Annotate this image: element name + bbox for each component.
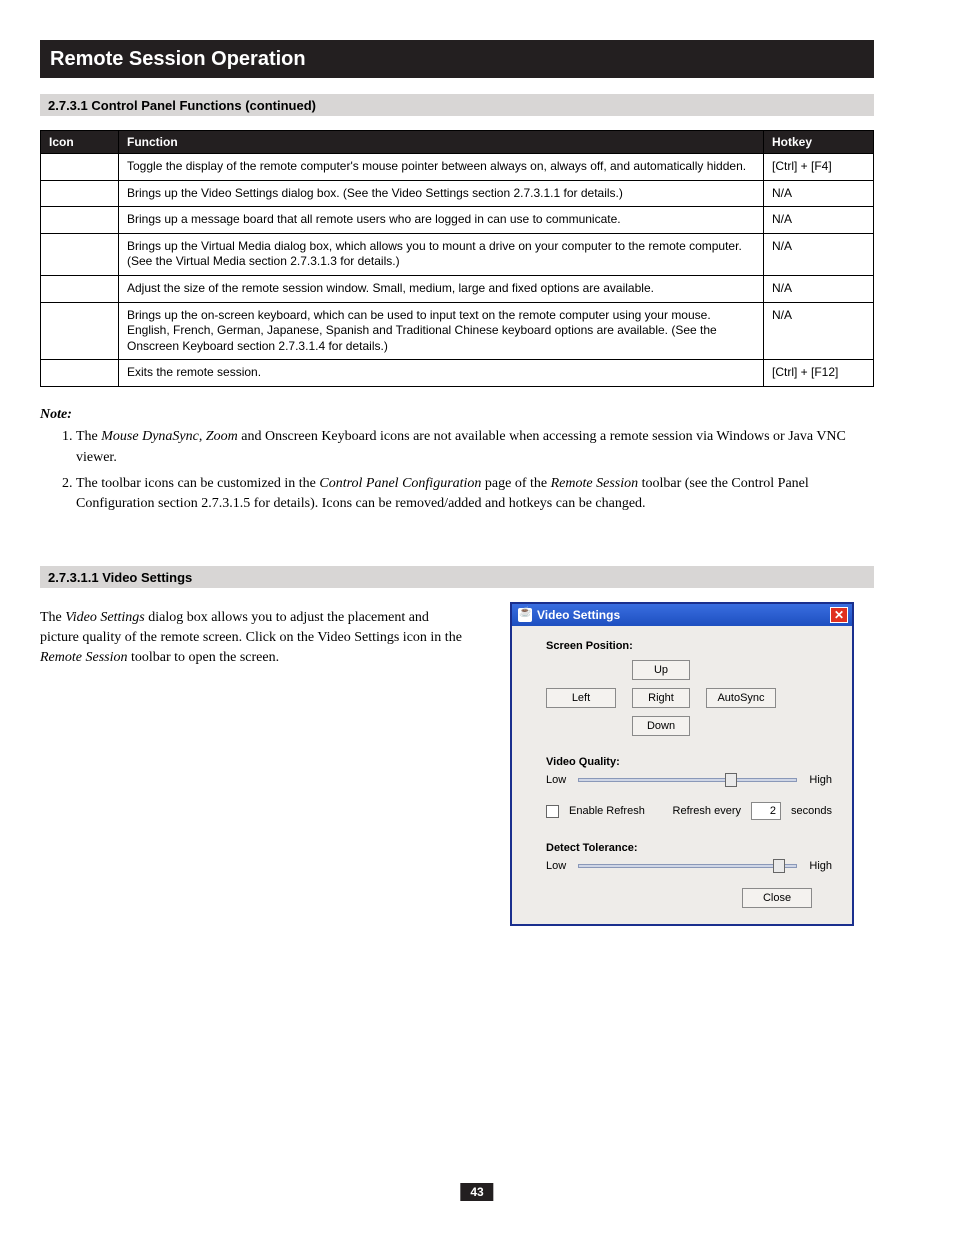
detect-tolerance-slider-row: Low High — [546, 860, 832, 872]
table-row: Toggle the display of the remote compute… — [41, 154, 874, 181]
cell-function: Adjust the size of the remote session wi… — [119, 275, 764, 302]
video-quality-slider[interactable] — [578, 778, 797, 782]
table-row: Brings up the on-screen keyboard, which … — [41, 302, 874, 360]
dialog-close-button[interactable]: Close — [742, 888, 812, 908]
autosync-button[interactable]: AutoSync — [706, 688, 776, 708]
video-quality-slider-row: Low High — [546, 774, 832, 786]
down-button[interactable]: Down — [632, 716, 690, 736]
hotkeys-table: Icon Function Hotkey Toggle the display … — [40, 130, 874, 387]
header-icon: Icon — [41, 131, 119, 154]
left-button[interactable]: Left — [546, 688, 616, 708]
vq-high-label: High — [809, 774, 832, 786]
cell-icon — [41, 180, 119, 207]
section-control-panel-label: 2.7.3.1 Control Panel Functions (continu… — [48, 98, 316, 113]
screen-position-grid: Up Left Right AutoSync Down — [546, 658, 806, 738]
table-row: Exits the remote session.[Ctrl] + [F12] — [41, 360, 874, 387]
section-control-panel: 2.7.3.1 Control Panel Functions (continu… — [40, 94, 874, 116]
cell-icon — [41, 154, 119, 181]
detect-tolerance-thumb[interactable] — [773, 859, 785, 873]
close-icon[interactable]: ✕ — [830, 607, 848, 623]
enable-refresh-checkbox[interactable] — [546, 805, 559, 818]
cell-function: Toggle the display of the remote compute… — [119, 154, 764, 181]
page-number: 43 — [460, 1183, 493, 1201]
refresh-row: Enable Refresh Refresh every 2 seconds — [546, 802, 832, 820]
cell-function: Exits the remote session. — [119, 360, 764, 387]
table-row: Brings up the Video Settings dialog box.… — [41, 180, 874, 207]
notes-label: Note: — [40, 407, 72, 422]
right-button[interactable]: Right — [632, 688, 690, 708]
table-row: Adjust the size of the remote session wi… — [41, 275, 874, 302]
detect-tolerance-slider[interactable] — [578, 864, 797, 868]
section-video-settings-label: 2.7.3.1.1 Video Settings — [48, 570, 192, 585]
cell-hotkey: N/A — [764, 233, 874, 275]
cell-hotkey: N/A — [764, 275, 874, 302]
section-video-settings: 2.7.3.1.1 Video Settings — [40, 566, 874, 588]
cell-icon — [41, 302, 119, 360]
detect-tolerance-label: Detect Tolerance: — [546, 842, 832, 854]
video-settings-text: The Video Settings dialog box allows you… — [40, 608, 470, 667]
java-icon — [518, 608, 532, 622]
header-function: Function — [119, 131, 764, 154]
note-item: The toolbar icons can be customized in t… — [76, 474, 874, 515]
up-button[interactable]: Up — [632, 660, 690, 680]
video-settings-dialog: Video Settings ✕ Screen Position: Up Lef… — [510, 602, 854, 926]
title-text: Remote Session Operation — [50, 48, 306, 71]
table-row: Brings up the Virtual Media dialog box, … — [41, 233, 874, 275]
cell-hotkey: [Ctrl] + [F4] — [764, 154, 874, 181]
refresh-unit-label: seconds — [791, 805, 832, 817]
cell-icon — [41, 233, 119, 275]
cell-function: Brings up the on-screen keyboard, which … — [119, 302, 764, 360]
video-settings-row: The Video Settings dialog box allows you… — [40, 602, 874, 926]
cell-hotkey: N/A — [764, 207, 874, 234]
dt-high-label: High — [809, 860, 832, 872]
cell-icon — [41, 207, 119, 234]
refresh-every-pre: Refresh every — [673, 805, 741, 817]
header-hotkey: Hotkey — [764, 131, 874, 154]
dialog-title-text: Video Settings — [537, 608, 620, 622]
dialog-titlebar[interactable]: Video Settings ✕ — [512, 604, 852, 626]
cell-icon — [41, 275, 119, 302]
enable-refresh-label: Enable Refresh — [569, 805, 645, 817]
dt-low-label: Low — [546, 860, 566, 872]
cell-hotkey: N/A — [764, 180, 874, 207]
table-header-row: Icon Function Hotkey — [41, 131, 874, 154]
notes-block: Note: The Mouse DynaSync, Zoom and Onscr… — [40, 405, 874, 514]
title-bar: Remote Session Operation — [40, 40, 874, 78]
video-quality-label: Video Quality: — [546, 756, 832, 768]
note-item: The Mouse DynaSync, Zoom and Onscreen Ke… — [76, 427, 874, 468]
vq-low-label: Low — [546, 774, 566, 786]
screen-position-label: Screen Position: — [546, 640, 832, 652]
cell-hotkey: N/A — [764, 302, 874, 360]
cell-icon — [41, 360, 119, 387]
cell-function: Brings up the Virtual Media dialog box, … — [119, 233, 764, 275]
cell-hotkey: [Ctrl] + [F12] — [764, 360, 874, 387]
cell-function: Brings up a message board that all remot… — [119, 207, 764, 234]
refresh-seconds-input[interactable]: 2 — [751, 802, 781, 820]
cell-function: Brings up the Video Settings dialog box.… — [119, 180, 764, 207]
table-row: Brings up a message board that all remot… — [41, 207, 874, 234]
video-quality-thumb[interactable] — [725, 773, 737, 787]
